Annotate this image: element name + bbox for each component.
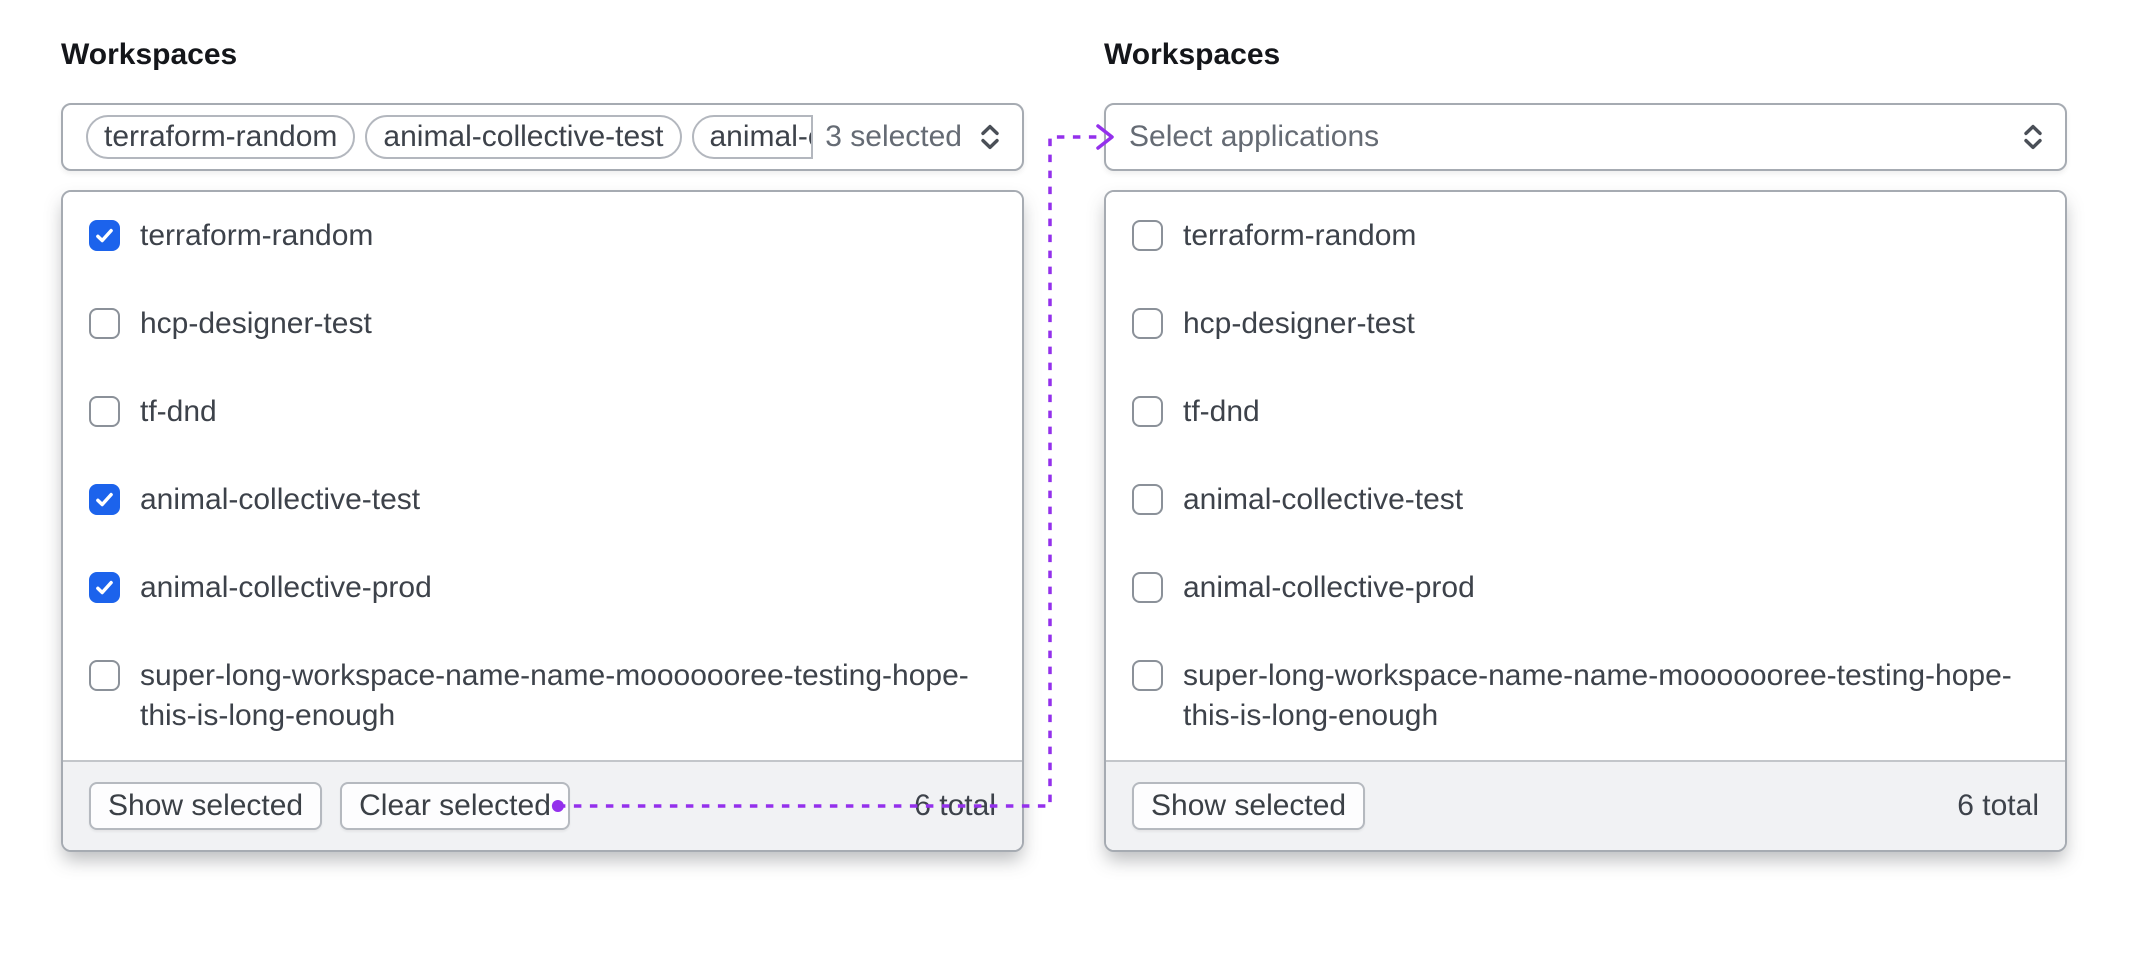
left-select-trigger[interactable]: terraform-random animal-collective-test … [61,103,1024,171]
pill-animal-collective-test[interactable]: animal-collective-test [365,115,681,159]
option-tf-dnd[interactable]: tf-dnd [63,368,1022,456]
right-field-label: Workspaces [1104,38,2067,72]
option-label: terraform-random [1183,216,1416,256]
placeholder-text: Select applications [1129,120,2005,154]
left-panel-footer: Show selected Clear selected 6 total [63,760,1022,850]
checkbox[interactable] [1132,220,1163,251]
checkbox[interactable] [89,220,120,251]
checkbox[interactable] [89,660,120,691]
option-label: hcp-designer-test [140,304,372,344]
option-label: animal-collective-prod [140,568,432,608]
left-options-list: terraform-random hcp-designer-test tf-dn… [63,192,1022,760]
caret-sort-icon [974,121,1006,153]
option-terraform-random[interactable]: terraform-random [1106,192,2065,280]
option-label: terraform-random [140,216,373,256]
option-terraform-random[interactable]: terraform-random [63,192,1022,280]
option-animal-collective-test[interactable]: animal-collective-test [1106,456,2065,544]
page: Workspaces terraform-random animal-colle… [0,0,2130,960]
option-super-long-workspace[interactable]: super-long-workspace-name-name-moooooore… [63,632,1022,760]
right-select-trigger[interactable]: Select applications [1104,103,2067,171]
caret-sort-icon [2017,121,2049,153]
selected-count-text: 3 selected [825,120,962,154]
checkbox[interactable] [1132,484,1163,515]
pill-animal-collective-prod[interactable]: animal-collective-prod [692,115,814,159]
checkbox[interactable] [89,484,120,515]
show-selected-button[interactable]: Show selected [89,782,322,830]
option-label: super-long-workspace-name-name-moooooore… [140,656,996,736]
clear-selected-button[interactable]: Clear selected [340,782,570,830]
option-animal-collective-prod[interactable]: animal-collective-prod [63,544,1022,632]
checkbox[interactable] [1132,660,1163,691]
checkbox[interactable] [1132,396,1163,427]
right-multiselect: Workspaces Select applications terraform… [1104,38,2067,852]
option-tf-dnd[interactable]: tf-dnd [1106,368,2065,456]
option-label: animal-collective-prod [1183,568,1475,608]
option-hcp-designer-test[interactable]: hcp-designer-test [63,280,1022,368]
left-dropdown-panel: terraform-random hcp-designer-test tf-dn… [61,190,1024,852]
option-label: tf-dnd [1183,392,1260,432]
selected-pills: terraform-random animal-collective-test … [86,115,813,159]
check-icon [93,488,116,511]
option-animal-collective-prod[interactable]: animal-collective-prod [1106,544,2065,632]
option-label: hcp-designer-test [1183,304,1415,344]
checkbox[interactable] [89,572,120,603]
checkbox[interactable] [1132,572,1163,603]
total-count: 6 total [914,789,996,823]
left-field-label: Workspaces [61,38,1024,72]
check-icon [93,576,116,599]
option-hcp-designer-test[interactable]: hcp-designer-test [1106,280,2065,368]
right-panel-footer: Show selected 6 total [1106,760,2065,850]
option-label: animal-collective-test [140,480,420,520]
right-dropdown-panel: terraform-random hcp-designer-test tf-dn… [1104,190,2067,852]
option-super-long-workspace[interactable]: super-long-workspace-name-name-moooooore… [1106,632,2065,760]
right-options-list: terraform-random hcp-designer-test tf-dn… [1106,192,2065,760]
option-animal-collective-test[interactable]: animal-collective-test [63,456,1022,544]
show-selected-button[interactable]: Show selected [1132,782,1365,830]
checkbox[interactable] [89,308,120,339]
option-label: animal-collective-test [1183,480,1463,520]
option-label: super-long-workspace-name-name-moooooore… [1183,656,2039,736]
left-multiselect: Workspaces terraform-random animal-colle… [61,38,1024,852]
check-icon [93,224,116,247]
option-label: tf-dnd [140,392,217,432]
checkbox[interactable] [89,396,120,427]
checkbox[interactable] [1132,308,1163,339]
total-count: 6 total [1957,789,2039,823]
pill-terraform-random[interactable]: terraform-random [86,115,355,159]
